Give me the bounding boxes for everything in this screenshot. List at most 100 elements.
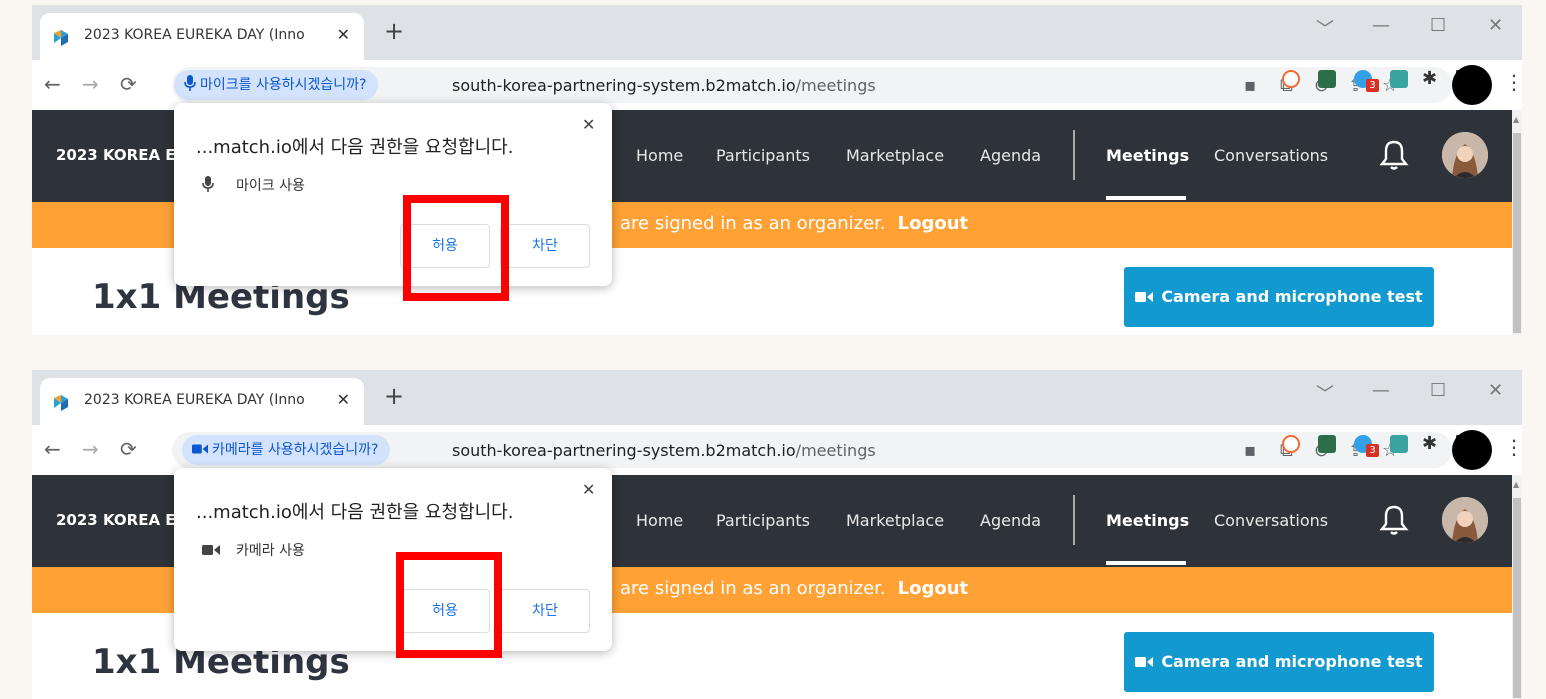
nav-meetings[interactable]: Meetings — [1106, 511, 1189, 530]
tab-close-icon[interactable]: ✕ — [337, 25, 350, 44]
extension-fingerprint-icon[interactable] — [1390, 435, 1408, 453]
permission-label: 카메라 사용 — [236, 543, 305, 559]
tab-strip: 2023 KOREA EUREKA DAY (Inno ✕ + ﹀ — ☐ ✕ — [32, 5, 1522, 60]
url-text[interactable]: south-korea-partnering-system.b2match.io… — [452, 441, 876, 460]
banner-text: are signed in as an organizer. Logout — [620, 578, 968, 599]
nav-conversations[interactable]: Conversations — [1214, 511, 1328, 530]
permission-chip[interactable]: 마이크를 사용하시겠습니까? — [174, 70, 379, 100]
user-avatar[interactable] — [1442, 132, 1488, 178]
scroll-up-icon[interactable]: ▲ — [1513, 480, 1519, 489]
nav-participants[interactable]: Participants — [716, 511, 810, 530]
camera-blocked-icon[interactable]: ▪ — [1244, 75, 1256, 96]
favicon-icon — [54, 395, 68, 411]
logout-link[interactable]: Logout — [898, 578, 969, 599]
nav-marketplace[interactable]: Marketplace — [846, 511, 944, 530]
bell-icon[interactable] — [1379, 138, 1409, 172]
site-brand[interactable]: 2023 KOREA EU — [56, 511, 188, 529]
banner-message: are signed in as an organizer. — [620, 578, 886, 599]
site-brand[interactable]: 2023 KOREA EU — [56, 146, 188, 164]
profile-avatar[interactable] — [1452, 65, 1492, 105]
logout-link[interactable]: Logout — [898, 213, 969, 234]
popup-title: ...match.io에서 다음 권한을 요청합니다. — [196, 137, 514, 158]
extension-fingerprint-icon[interactable] — [1390, 70, 1408, 88]
video-camera-icon — [1135, 657, 1154, 667]
profile-avatar[interactable] — [1452, 430, 1492, 470]
nav-agenda[interactable]: Agenda — [980, 511, 1041, 530]
favicon-icon — [54, 30, 68, 46]
bell-icon[interactable] — [1379, 503, 1409, 537]
tab-search-icon[interactable]: ﹀ — [1316, 380, 1334, 406]
camera-test-button[interactable]: Camera and microphone test — [1124, 632, 1434, 692]
forward-icon[interactable]: → — [82, 72, 99, 96]
forward-icon[interactable]: → — [82, 437, 99, 461]
popup-close-icon[interactable]: ✕ — [582, 115, 595, 134]
nav-participants[interactable]: Participants — [716, 146, 810, 165]
nav-home[interactable]: Home — [636, 146, 683, 165]
permission-popup: ...match.io에서 다음 권한을 요청합니다. ✕ 카메라 사용 허용 … — [174, 468, 612, 651]
camera-icon — [192, 444, 208, 454]
extension-globe-icon[interactable] — [1318, 70, 1336, 88]
address-bar[interactable]: 카메라를 사용하시겠습니까? south-korea-partnering-sy… — [172, 432, 1452, 468]
menu-kebab-icon[interactable]: ⋮ — [1504, 70, 1522, 94]
nav-home[interactable]: Home — [636, 511, 683, 530]
nav-marketplace[interactable]: Marketplace — [846, 146, 944, 165]
permission-label: 마이크 사용 — [236, 178, 305, 194]
camera-blocked-icon[interactable]: ▪ — [1244, 440, 1256, 461]
back-icon[interactable]: ← — [44, 72, 61, 96]
url-host: south-korea-partnering-system.b2match.io — [452, 441, 796, 460]
camera-icon — [202, 545, 220, 555]
nav-meetings[interactable]: Meetings — [1106, 146, 1189, 165]
new-tab-button[interactable]: + — [384, 384, 404, 408]
reload-icon[interactable]: ⟳ — [120, 72, 137, 96]
browser-tab[interactable]: 2023 KOREA EUREKA DAY (Inno ✕ — [40, 13, 364, 60]
block-button[interactable]: 차단 — [500, 589, 590, 633]
permission-chip-label: 마이크를 사용하시겠습니까? — [200, 77, 367, 93]
user-avatar[interactable] — [1442, 497, 1488, 543]
window-close-icon[interactable]: ✕ — [1488, 15, 1503, 36]
banner-text: are signed in as an organizer. Logout — [620, 213, 968, 234]
scroll-up-icon[interactable]: ▲ — [1513, 115, 1519, 124]
microphone-icon — [184, 75, 196, 91]
popup-close-icon[interactable]: ✕ — [582, 480, 595, 499]
browser-tab[interactable]: 2023 KOREA EUREKA DAY (Inno ✕ — [40, 378, 364, 425]
address-bar[interactable]: 마이크를 사용하시겠습니까? south-korea-partnering-sy… — [172, 67, 1452, 103]
url-path: /meetings — [795, 441, 876, 460]
permission-chip[interactable]: 카메라를 사용하시겠습니까? — [182, 435, 391, 465]
scrollbar-thumb[interactable] — [1513, 133, 1521, 333]
scrollbar-thumb[interactable] — [1513, 498, 1521, 698]
maximize-icon[interactable]: ☐ — [1430, 380, 1446, 401]
menu-kebab-icon[interactable]: ⋮ — [1504, 435, 1522, 459]
screenshot-camera: 2023 KOREA EUREKA DAY (Inno ✕ + ﹀ — ☐ ✕ … — [32, 370, 1522, 699]
new-tab-button[interactable]: + — [384, 19, 404, 43]
permission-chip-label: 카메라를 사용하시겠습니까? — [212, 442, 379, 458]
banner-message: are signed in as an organizer. — [620, 213, 886, 234]
minimize-icon[interactable]: — — [1372, 380, 1390, 401]
camera-test-label: Camera and microphone test — [1161, 652, 1423, 671]
minimize-icon[interactable]: — — [1372, 15, 1390, 36]
nav-active-underline — [1106, 561, 1186, 565]
window-close-icon[interactable]: ✕ — [1488, 380, 1503, 401]
extension-globe-icon[interactable] — [1318, 435, 1336, 453]
nav-agenda[interactable]: Agenda — [980, 146, 1041, 165]
nav-conversations[interactable]: Conversations — [1214, 146, 1328, 165]
nav-divider — [1073, 495, 1075, 545]
back-icon[interactable]: ← — [44, 437, 61, 461]
bing-extension-icon[interactable] — [1282, 435, 1300, 453]
tab-title: 2023 KOREA EUREKA DAY (Inno — [84, 27, 305, 43]
extension-badge: 3 — [1366, 79, 1379, 92]
nav-active-underline — [1106, 196, 1186, 200]
allow-highlight-box — [403, 195, 509, 301]
screenshot-microphone: 2023 KOREA EUREKA DAY (Inno ✕ + ﹀ — ☐ ✕ … — [32, 5, 1522, 335]
tab-search-icon[interactable]: ﹀ — [1316, 15, 1334, 41]
reload-icon[interactable]: ⟳ — [120, 437, 137, 461]
camera-test-button[interactable]: Camera and microphone test — [1124, 267, 1434, 327]
user-photo-icon — [1442, 497, 1488, 543]
tab-close-icon[interactable]: ✕ — [337, 390, 350, 409]
block-button[interactable]: 차단 — [500, 224, 590, 268]
extensions-puzzle-icon[interactable]: ✱ — [1422, 433, 1437, 454]
extensions-puzzle-icon[interactable]: ✱ — [1422, 68, 1437, 89]
bing-extension-icon[interactable] — [1282, 70, 1300, 88]
maximize-icon[interactable]: ☐ — [1430, 15, 1446, 36]
url-text[interactable]: south-korea-partnering-system.b2match.io… — [452, 76, 876, 95]
extension-badge: 3 — [1366, 444, 1379, 457]
